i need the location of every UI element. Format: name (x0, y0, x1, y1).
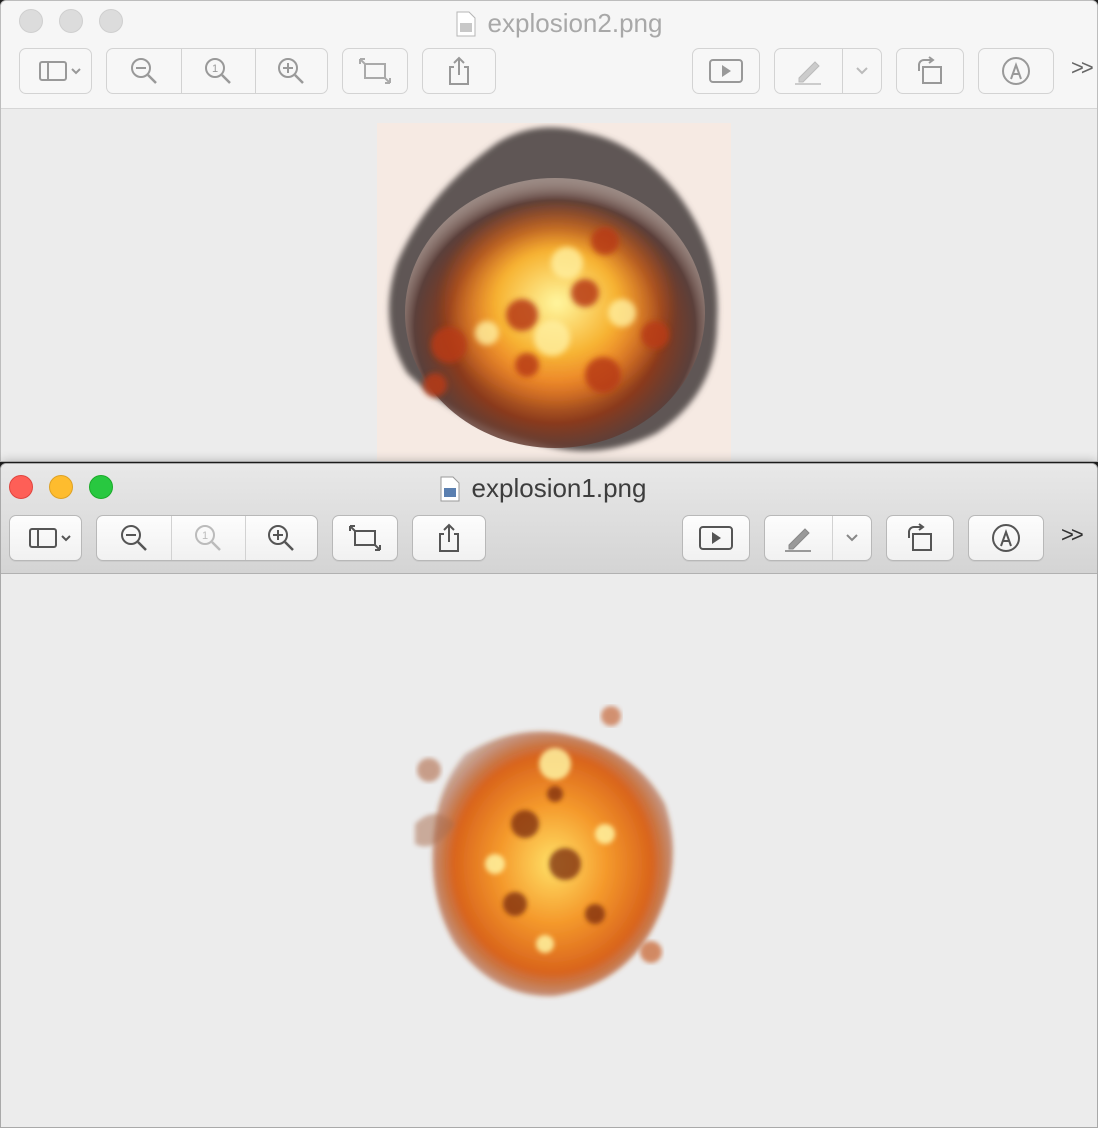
svg-text:1: 1 (202, 530, 208, 542)
sidebar-toggle-button[interactable] (19, 48, 92, 94)
markup-icon (1002, 57, 1030, 85)
zoom-in-button[interactable] (254, 49, 327, 93)
annotate-button[interactable] (968, 515, 1044, 561)
markup-pen-group (764, 515, 872, 561)
zoom-in-button[interactable] (244, 516, 317, 560)
actual-size-button[interactable]: 1 (171, 516, 244, 560)
sidebar-icon (28, 528, 71, 548)
markup-pen-button[interactable] (765, 516, 832, 560)
slideshow-button[interactable] (692, 48, 760, 94)
share-button[interactable] (412, 515, 486, 561)
actual-size-icon: 1 (205, 58, 232, 84)
pen-icon (795, 61, 822, 85)
rotate-left-icon (908, 523, 932, 551)
image-canvas (1, 109, 1097, 461)
zoom-in-icon (268, 525, 295, 551)
zoom-out-button[interactable] (97, 516, 171, 560)
toolbar-overflow-button[interactable]: >> (1061, 522, 1084, 548)
window-titlebar: explosion1.png 1 >> (1, 464, 1097, 574)
sidebar-icon (38, 61, 81, 81)
image-canvas (1, 574, 1097, 1127)
actual-size-icon: 1 (195, 525, 222, 551)
markup-pen-button[interactable] (775, 49, 842, 93)
zoom-in-icon (278, 58, 305, 84)
document-icon (456, 10, 476, 37)
actual-size-button[interactable]: 1 (181, 49, 254, 93)
play-icon (699, 526, 733, 550)
resize-icon (359, 58, 391, 84)
window-title: explosion1.png (1, 470, 1091, 506)
explosion-image (415, 706, 673, 997)
document-icon (440, 475, 460, 502)
zoom-out-icon (121, 525, 148, 551)
fit-to-window-button[interactable] (342, 48, 408, 94)
zoom-out-icon (131, 58, 158, 84)
slideshow-button[interactable] (682, 515, 750, 561)
markup-icon (992, 524, 1020, 552)
fit-to-window-button[interactable] (332, 515, 398, 561)
preview-window-explosion2: explosion2.png 1 >> (0, 0, 1098, 462)
window-title: explosion2.png (11, 5, 1097, 41)
annotate-button[interactable] (978, 48, 1054, 94)
markup-menu-button[interactable] (831, 516, 871, 560)
chevron-down-icon (856, 67, 868, 75)
chevron-down-icon (846, 534, 858, 542)
svg-text:1: 1 (212, 63, 218, 75)
toolbar-overflow-button[interactable]: >> (1071, 55, 1094, 81)
explosion-image (377, 123, 731, 461)
pen-icon (785, 528, 812, 552)
zoom-controls: 1 (96, 515, 318, 561)
share-icon (439, 523, 459, 552)
rotate-button[interactable] (886, 515, 954, 561)
share-button[interactable] (422, 48, 496, 94)
zoom-controls: 1 (106, 48, 328, 94)
rotate-button[interactable] (896, 48, 964, 94)
rotate-left-icon (918, 56, 942, 84)
zoom-out-button[interactable] (107, 49, 181, 93)
window-titlebar: explosion2.png 1 >> (1, 1, 1097, 109)
sidebar-toggle-button[interactable] (9, 515, 82, 561)
markup-pen-group (774, 48, 882, 94)
preview-window-explosion1: explosion1.png 1 >> (0, 463, 1098, 1128)
resize-icon (349, 525, 381, 551)
play-icon (709, 59, 743, 83)
markup-menu-button[interactable] (841, 49, 881, 93)
share-icon (449, 56, 469, 85)
